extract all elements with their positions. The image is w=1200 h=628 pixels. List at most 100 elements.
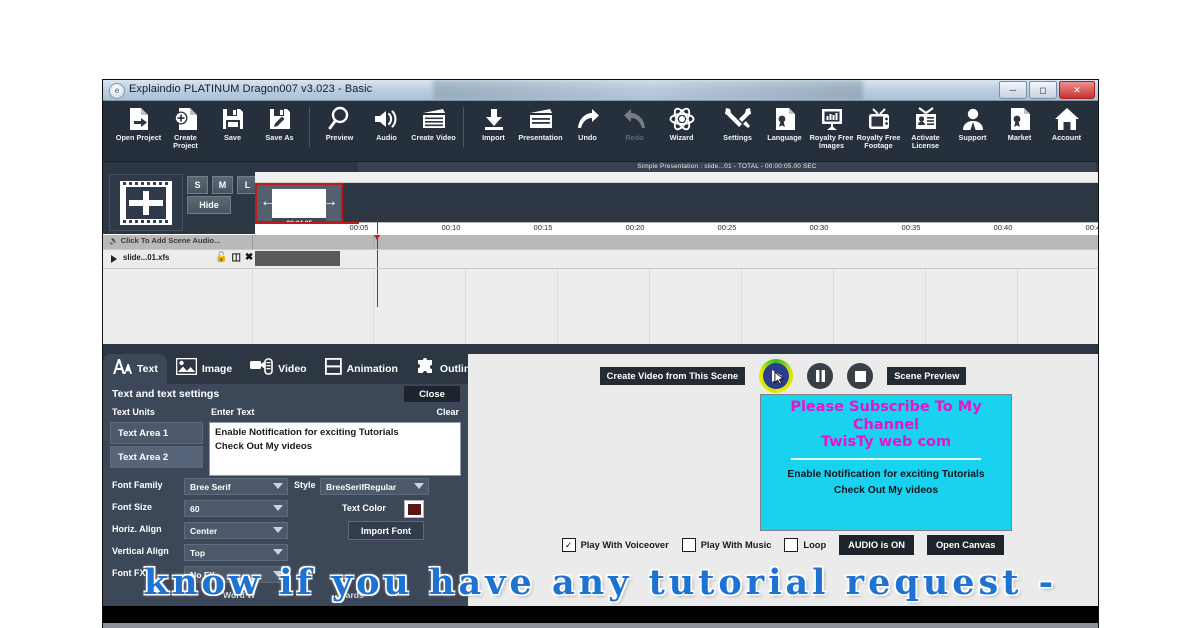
tab-image[interactable]: Image: [167, 354, 241, 384]
delete-icon[interactable]: ✖: [245, 252, 253, 263]
loop-checkbox[interactable]: Loop: [784, 538, 826, 552]
toolbar-redo[interactable]: Redo: [611, 101, 658, 142]
scene-move-right-icon[interactable]: →: [322, 194, 338, 210]
toolbar-save-as[interactable]: Save As: [256, 101, 303, 142]
hide-button[interactable]: Hide: [187, 196, 231, 214]
text-unit-item[interactable]: Text Area 1: [110, 422, 203, 444]
minimize-button[interactable]: ─: [999, 81, 1027, 99]
toolbar-activate-license-label: Activate License: [911, 133, 940, 151]
clear-button[interactable]: Clear: [436, 407, 459, 417]
toolbar-settings[interactable]: Settings: [714, 101, 761, 142]
create-video-from-scene-button[interactable]: Create Video from This Scene: [599, 367, 746, 385]
play-button[interactable]: [759, 359, 794, 393]
timeline-playhead[interactable]: [377, 220, 378, 234]
track-clip-bar[interactable]: [255, 251, 340, 266]
canvas-divider-line: [791, 458, 981, 460]
text-units-list: Text Area 1 Text Area 2: [110, 422, 203, 470]
play-with-voiceover-checkbox[interactable]: ✓ Play With Voiceover: [561, 538, 669, 552]
add-scene-button[interactable]: [109, 174, 183, 231]
toolbar-group-edit: Import Presentation Undo Redo Wizard: [470, 101, 705, 142]
play-with-voiceover-label: Play With Voiceover: [580, 540, 669, 550]
toolbar-language[interactable]: Language: [761, 101, 808, 142]
toolbar-royalty-free-footage[interactable]: Royalty Free Footage: [855, 101, 902, 151]
chevron-down-icon: [273, 505, 283, 511]
scene-controls: Create Video from This Scene Scene Previ…: [468, 359, 1098, 393]
redo-arrow-icon: [622, 105, 648, 132]
pause-button[interactable]: [807, 363, 834, 389]
toolbar-activate-license[interactable]: Activate License: [902, 101, 949, 151]
play-with-music-checkbox[interactable]: Play With Music: [681, 538, 771, 552]
font-fx-select[interactable]: No FX: [184, 566, 288, 583]
font-size-select[interactable]: 60: [184, 500, 288, 517]
text-unit-item[interactable]: Text Area 2: [110, 446, 203, 468]
stop-icon: [854, 370, 866, 382]
toolbar-divider-1: [309, 107, 310, 147]
timeline-footer-bar: [103, 344, 1098, 354]
audio-toggle-button[interactable]: AUDIO is ON: [839, 535, 914, 555]
unlock-icon[interactable]: 🔓: [215, 252, 227, 263]
toolbar-create-video[interactable]: Create Video: [410, 101, 457, 142]
tab-video-label: Video: [278, 363, 307, 375]
scene-size-m[interactable]: M: [212, 176, 233, 194]
toolbar-support[interactable]: Support: [949, 101, 996, 142]
stop-button[interactable]: [847, 363, 874, 389]
open-canvas-button[interactable]: Open Canvas: [926, 535, 1005, 555]
scene-size-s[interactable]: S: [187, 176, 208, 194]
tab-video[interactable]: Video: [241, 354, 315, 384]
vertical-align-value: Top: [190, 547, 206, 558]
toolbar-audio[interactable]: Audio: [363, 101, 410, 142]
text-color-label: Text Color: [342, 503, 386, 513]
app-logo-icon: e: [109, 83, 125, 99]
panel-section-header: Text and text settings Close: [103, 384, 468, 406]
timeline-empty-area[interactable]: [103, 269, 1098, 344]
horiz-align-select[interactable]: Center: [184, 522, 288, 539]
font-family-select[interactable]: Bree Serif: [184, 478, 288, 495]
track-expand-icon[interactable]: [111, 255, 117, 263]
toolbar-market[interactable]: Market: [996, 101, 1043, 142]
chart-image-icon: [820, 105, 844, 132]
toolbar-wizard[interactable]: Wizard: [658, 101, 705, 142]
text-color-swatch[interactable]: [404, 500, 424, 518]
toolbar-save-as-label: Save As: [265, 133, 294, 142]
checkbox-unchecked-icon: [784, 538, 799, 552]
timeline-track-row[interactable]: slide...01.xfs 🔓 ◫ ✖: [103, 249, 1098, 269]
text-input-area[interactable]: Enable Notification for exciting Tutoria…: [209, 422, 461, 476]
toolbar-save[interactable]: Save: [209, 101, 256, 142]
scene-canvas[interactable]: Please Subscribe To My Channel TwisTy we…: [760, 394, 1012, 531]
toolbar-open-project[interactable]: Open Project: [115, 101, 162, 142]
panel-close-button[interactable]: Close: [404, 386, 460, 402]
checkbox-checked-icon: ✓: [561, 538, 576, 552]
toolbar-import[interactable]: Import: [470, 101, 517, 142]
toolbar-account-label: Account: [1051, 133, 1082, 142]
font-style-select[interactable]: BreeSerifRegular: [320, 478, 429, 495]
track-name: slide...01.xfs: [123, 253, 170, 262]
speaker-small-icon: 🔈: [109, 236, 119, 245]
toolbar-account[interactable]: Account: [1043, 101, 1090, 142]
toolbar-presentation[interactable]: Presentation: [517, 101, 564, 142]
scene-audio-row[interactable]: 🔈 Click To Add Scene Audio...: [103, 234, 1098, 249]
toolbar-preview[interactable]: Preview: [316, 101, 363, 142]
toolbar-redo-label: Redo: [625, 133, 644, 142]
tab-text[interactable]: Text: [103, 354, 167, 384]
vertical-align-select[interactable]: Top: [184, 544, 288, 561]
save-icon: [221, 105, 245, 132]
tab-animation[interactable]: Animation: [316, 354, 407, 384]
window-controls: ─ ◻ ✕: [999, 81, 1095, 99]
layers-icon[interactable]: ◫: [231, 252, 240, 263]
scene-preview-button[interactable]: Scene Preview: [887, 367, 967, 385]
close-button[interactable]: ✕: [1059, 81, 1095, 99]
home-icon: [1054, 105, 1080, 132]
toolbar-create-project[interactable]: Create Project: [162, 101, 209, 151]
toolbar-royalty-free-images[interactable]: Royalty Free Images: [808, 101, 855, 151]
toolbar-royalty-free-footage-label: Royalty Free Footage: [856, 133, 901, 151]
lower-workspace: Text Image Video Animation Outline Text …: [103, 354, 1098, 628]
canvas-body-text: Enable Notification for exciting Tutoria…: [787, 469, 985, 496]
import-font-button[interactable]: Import Font: [348, 521, 424, 540]
maximize-button[interactable]: ◻: [1029, 81, 1057, 99]
canvas-heading-text: Please Subscribe To My Channel TwisTy we…: [790, 399, 982, 450]
toolbar-undo[interactable]: Undo: [564, 101, 611, 142]
chevron-down-icon: [273, 527, 283, 533]
scene-clip[interactable]: ← 00:04.95 →: [255, 183, 343, 229]
chevron-down-icon: [273, 571, 283, 577]
panel-tabs: Text Image Video Animation Outline: [103, 354, 476, 384]
